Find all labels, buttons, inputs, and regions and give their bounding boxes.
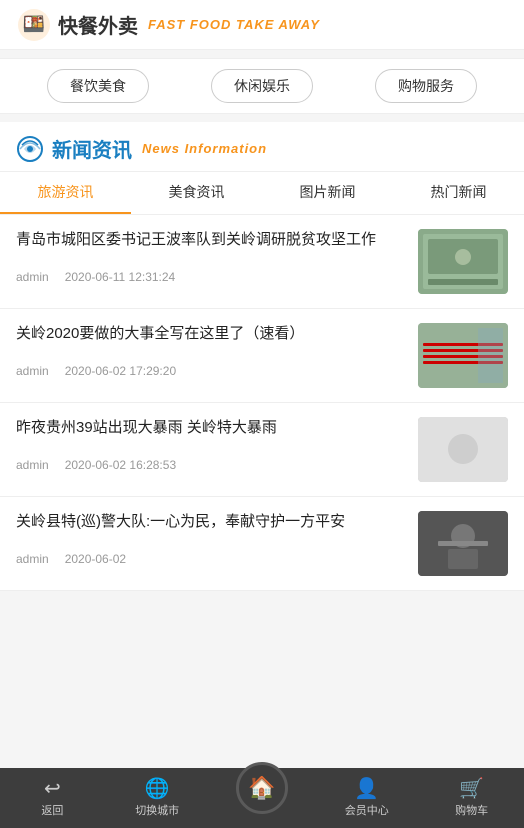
nav-home[interactable]: 🏠: [210, 768, 315, 828]
thumb-image: [418, 323, 508, 388]
nav-cart-label: 购物车: [455, 802, 488, 818]
news-item-meta: admin 2020-06-02 16:28:53: [16, 458, 408, 472]
cart-icon: 🛒: [459, 779, 484, 799]
news-item-content: 青岛市城阳区委书记王波率队到关岭调研脱贫攻坚工作 admin 2020-06-1…: [16, 229, 418, 284]
news-item-thumb: [418, 229, 508, 294]
home-circle: 🏠: [236, 762, 288, 814]
news-tab-3[interactable]: 热门新闻: [393, 172, 524, 214]
news-section: 新闻资讯 News Information 旅游资讯 美食资讯 图片新闻 热门新…: [0, 122, 524, 591]
news-item[interactable]: 昨夜贵州39站出现大暴雨 关岭特大暴雨 admin 2020-06-02 16:…: [0, 403, 524, 497]
news-item-author: admin: [16, 364, 49, 378]
nav-switch-label: 切换城市: [135, 802, 179, 818]
category-bar: 餐饮美食 休闲娱乐 购物服务: [0, 58, 524, 114]
thumb-image: [418, 511, 508, 576]
nav-back-label: 返回: [41, 802, 63, 818]
news-item-date: 2020-06-02: [65, 552, 126, 566]
news-item-title: 昨夜贵州39站出现大暴雨 关岭特大暴雨: [16, 417, 408, 440]
news-item[interactable]: 关岭县特(巡)警大队:一心为民，奉献守护一方平安 admin 2020-06-0…: [0, 497, 524, 591]
news-tab-0[interactable]: 旅游资讯: [0, 172, 131, 214]
news-item[interactable]: 关岭2020要做的大事全写在这里了（速看） admin 2020-06-02 1…: [0, 309, 524, 403]
logo-text: 快餐外卖: [58, 10, 138, 39]
news-item-title: 关岭2020要做的大事全写在这里了（速看）: [16, 323, 408, 346]
svg-text:🍱: 🍱: [23, 14, 45, 34]
nav-cart[interactable]: 🛒 购物车: [419, 768, 524, 828]
news-item-content: 关岭县特(巡)警大队:一心为民，奉献守护一方平安 admin 2020-06-0…: [16, 511, 418, 566]
news-item-date: 2020-06-11 12:31:24: [65, 270, 176, 284]
nav-member[interactable]: 👤 会员中心: [314, 768, 419, 828]
back-icon: ↩: [44, 779, 61, 799]
news-header: 新闻资讯 News Information: [0, 122, 524, 172]
header: 🍱 快餐外卖 FAST FOOD TAKE AWAY: [0, 0, 524, 50]
news-item-title: 关岭县特(巡)警大队:一心为民，奉献守护一方平安: [16, 511, 408, 534]
news-item-thumb: [418, 417, 508, 482]
member-icon: 👤: [354, 779, 379, 799]
news-list: 青岛市城阳区委书记王波率队到关岭调研脱贫攻坚工作 admin 2020-06-1…: [0, 215, 524, 591]
news-item-content: 关岭2020要做的大事全写在这里了（速看） admin 2020-06-02 1…: [16, 323, 418, 378]
news-item-meta: admin 2020-06-02: [16, 552, 408, 566]
header-subtitle: FAST FOOD TAKE AWAY: [148, 17, 320, 32]
news-icon: [16, 135, 44, 163]
thumb-image: [418, 417, 508, 482]
news-tabs: 旅游资讯 美食资讯 图片新闻 热门新闻: [0, 172, 524, 215]
category-btn-1[interactable]: 休闲娱乐: [211, 69, 313, 103]
news-item-author: admin: [16, 552, 49, 566]
nav-member-label: 会员中心: [345, 802, 389, 818]
news-item-meta: admin 2020-06-02 17:29:20: [16, 364, 408, 378]
news-item-date: 2020-06-02 17:29:20: [65, 364, 176, 378]
thumb-image: [418, 229, 508, 294]
news-tab-1[interactable]: 美食资讯: [131, 172, 262, 214]
home-icon: 🏠: [248, 777, 275, 799]
bottom-nav: ↩ 返回 🌐 切换城市 🏠 👤 会员中心 🛒 购物车: [0, 768, 524, 828]
nav-back[interactable]: ↩ 返回: [0, 768, 105, 828]
news-item-author: admin: [16, 270, 49, 284]
news-item-title: 青岛市城阳区委书记王波率队到关岭调研脱贫攻坚工作: [16, 229, 408, 252]
nav-switch-city[interactable]: 🌐 切换城市: [105, 768, 210, 828]
news-tab-2[interactable]: 图片新闻: [262, 172, 393, 214]
globe-icon: 🌐: [145, 779, 170, 799]
category-btn-0[interactable]: 餐饮美食: [47, 69, 149, 103]
news-item-content: 昨夜贵州39站出现大暴雨 关岭特大暴雨 admin 2020-06-02 16:…: [16, 417, 418, 472]
news-item-meta: admin 2020-06-11 12:31:24: [16, 270, 408, 284]
news-title-en: News Information: [142, 141, 267, 156]
news-item-author: admin: [16, 458, 49, 472]
logo-icon: 🍱: [16, 7, 52, 43]
category-btn-2[interactable]: 购物服务: [375, 69, 477, 103]
news-item-date: 2020-06-02 16:28:53: [65, 458, 176, 472]
news-item-thumb: [418, 323, 508, 388]
news-item-thumb: [418, 511, 508, 576]
news-item[interactable]: 青岛市城阳区委书记王波率队到关岭调研脱贫攻坚工作 admin 2020-06-1…: [0, 215, 524, 309]
news-title-cn: 新闻资讯: [52, 134, 132, 163]
